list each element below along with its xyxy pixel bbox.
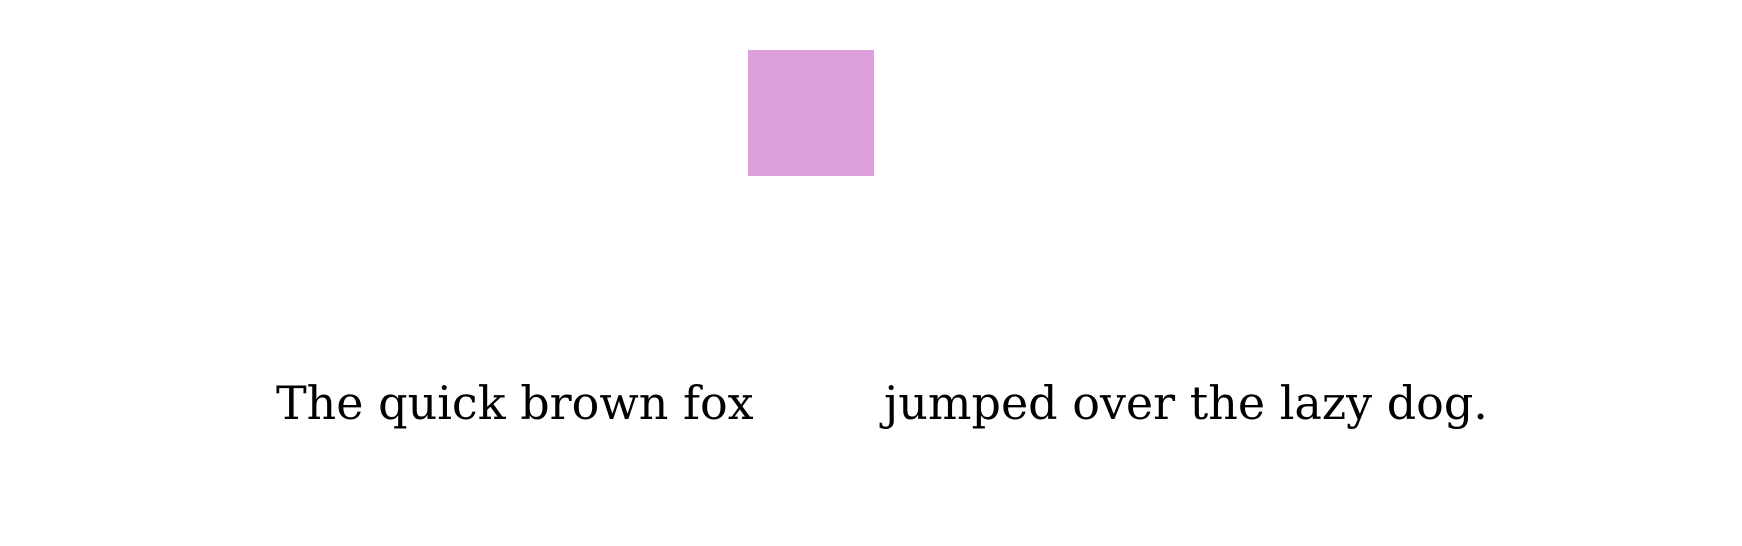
sentence-part-2: jumped over the lazy dog. — [884, 376, 1488, 430]
plum-square — [748, 50, 874, 176]
sentence-part-1: The quick brown fox — [276, 376, 754, 430]
